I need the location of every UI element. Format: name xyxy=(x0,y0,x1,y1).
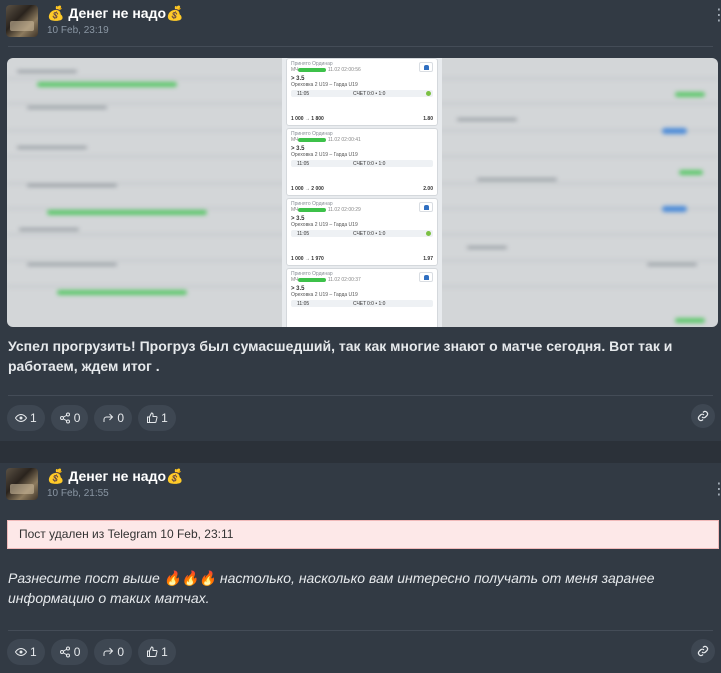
views-button[interactable]: 1 xyxy=(7,639,45,665)
score-value: 0:0 • 1:0 xyxy=(367,231,386,237)
bet-timestamp: 11.02 02:00:29 xyxy=(327,207,361,213)
bet-match: Ореховка 2 U19 – Гарда U19 xyxy=(291,82,358,88)
score-bar: 11:05 СЧЕТ 0:0 • 1:0 xyxy=(291,230,433,237)
post-actions: 1 0 0 1 xyxy=(7,405,176,431)
post-header: 💰 Денег не надо💰 10 Feb, 23:19 xyxy=(6,5,183,37)
bet-card: Принято Ординар МЧ 11.02 02:00:41 > 3.5 … xyxy=(286,128,438,196)
bet-payout: 1 970 xyxy=(311,256,324,262)
bet-timestamp: 11.02 02:00:37 xyxy=(327,277,361,283)
views-button[interactable]: 1 xyxy=(7,405,45,431)
bet-id: МЧ xyxy=(291,67,299,73)
deleted-text: Пост удален из Telegram xyxy=(19,527,157,541)
bet-history-screenshot: Принято Ординар МЧ 11.02 02:00:56 > 3.5 … xyxy=(282,58,442,327)
bet-match: Ореховка 2 U19 – Гарда U19 xyxy=(291,152,358,158)
like-button[interactable]: 1 xyxy=(138,639,176,665)
share-button[interactable]: 0 xyxy=(50,405,89,431)
post-card: 💰 Денег не надо💰 10 Feb, 23:19 ⋮ Принято… xyxy=(0,0,721,441)
post-actions: 1 0 0 1 xyxy=(7,639,176,665)
share-icon xyxy=(59,412,70,424)
bet-timestamp: 11.02 02:00:41 xyxy=(327,137,361,143)
copy-link-button[interactable] xyxy=(691,639,715,663)
bet-coefficient: 2.00 xyxy=(423,186,433,192)
channel-avatar[interactable] xyxy=(6,5,38,37)
like-button[interactable]: 1 xyxy=(138,405,176,431)
post-date: 10 Feb, 21:55 xyxy=(47,488,109,499)
views-count: 1 xyxy=(30,411,37,425)
shares-count: 0 xyxy=(73,645,81,659)
post-card: 💰 Денег не надо💰 10 Feb, 21:55 ⋮ Пост уд… xyxy=(0,463,721,673)
score-label: СЧЕТ xyxy=(353,161,367,167)
notification-icon xyxy=(419,202,433,212)
channel-name[interactable]: 💰 Денег не надо💰 xyxy=(47,468,183,484)
match-time: 11:05 xyxy=(297,231,310,237)
divider xyxy=(8,395,713,396)
post-date: 10 Feb, 23:19 xyxy=(47,25,109,36)
match-time: 11:05 xyxy=(297,161,310,167)
forward-button[interactable]: 0 xyxy=(94,639,133,665)
views-count: 1 xyxy=(30,645,37,659)
forward-icon xyxy=(103,413,114,422)
thumbs-up-icon xyxy=(147,646,158,657)
bet-coefficient: 1.97 xyxy=(423,256,433,262)
score-bar: 11:05 СЧЕТ 0:0 • 1:0 xyxy=(291,300,433,307)
score-bar: 11:05 СЧЕТ 0:0 • 1:0 xyxy=(291,90,433,97)
post-text: Разнесите пост выше 🔥🔥🔥 настолько, наско… xyxy=(8,570,655,606)
score-label: СЧЕТ xyxy=(353,301,367,307)
channel-avatar[interactable] xyxy=(6,468,38,500)
notification-icon xyxy=(419,62,433,72)
shares-count: 0 xyxy=(73,411,81,425)
forward-button[interactable]: 0 xyxy=(94,405,133,431)
score-value: 0:0 • 1:0 xyxy=(367,161,386,167)
channel-name[interactable]: 💰 Денег не надо💰 xyxy=(47,5,183,21)
likes-count: 1 xyxy=(161,645,168,659)
bet-match: Ореховка 2 U19 – Гарда U19 xyxy=(291,222,358,228)
forward-icon xyxy=(103,647,114,656)
bet-id: МЧ xyxy=(291,207,299,213)
eye-icon xyxy=(15,413,27,423)
share-icon xyxy=(59,646,70,658)
eye-icon xyxy=(15,647,27,657)
link-icon xyxy=(697,645,709,657)
post-header: 💰 Денег не надо💰 10 Feb, 21:55 xyxy=(6,468,183,500)
bet-id: МЧ xyxy=(291,277,299,283)
likes-count: 1 xyxy=(161,411,168,425)
bet-match: Ореховка 2 U19 – Гарда U19 xyxy=(291,292,358,298)
bet-card: Принято Ординар МЧ 11.02 02:00:29 > 3.5 … xyxy=(286,198,438,266)
copy-link-button[interactable] xyxy=(691,404,715,428)
thumbs-up-icon xyxy=(147,412,158,423)
deleted-date: 10 Feb, 23:11 xyxy=(160,527,234,541)
forwards-count: 0 xyxy=(117,645,125,659)
forwards-count: 0 xyxy=(117,411,125,425)
divider xyxy=(8,630,713,631)
bet-card: Принято Ординар МЧ 11.02 02:00:37 > 3.5 … xyxy=(286,268,438,327)
share-button[interactable]: 0 xyxy=(50,639,89,665)
divider xyxy=(8,46,713,47)
score-bar: 11:05 СЧЕТ 0:0 • 1:0 xyxy=(291,160,433,167)
post-text: Успел прогрузить! Прогруз был сумасшедши… xyxy=(8,338,673,374)
bet-payout: 1 800 xyxy=(311,116,324,122)
match-time: 11:05 xyxy=(297,301,310,307)
bet-id: МЧ xyxy=(291,137,299,143)
match-time: 11:05 xyxy=(297,91,310,97)
post-image[interactable]: Принято Ординар МЧ 11.02 02:00:56 > 3.5 … xyxy=(7,58,718,327)
more-options-icon[interactable]: ⋮ xyxy=(711,8,721,24)
deleted-notice: Пост удален из Telegram 10 Feb, 23:11 xyxy=(7,520,719,549)
bet-amount: 1 000 xyxy=(291,256,304,262)
score-value: 0:0 • 1:0 xyxy=(367,301,386,307)
notification-icon xyxy=(419,272,433,282)
bet-amount: 1 000 xyxy=(291,186,304,192)
bet-coefficient: 1.80 xyxy=(423,116,433,122)
bet-timestamp: 11.02 02:00:56 xyxy=(327,67,361,73)
score-value: 0:0 • 1:0 xyxy=(367,91,386,97)
bet-payout: 2 000 xyxy=(311,186,324,192)
bet-card: Принято Ординар МЧ 11.02 02:00:56 > 3.5 … xyxy=(286,58,438,126)
more-options-icon[interactable]: ⋮ xyxy=(711,482,721,498)
score-label: СЧЕТ xyxy=(353,231,367,237)
bet-amount: 1 000 xyxy=(291,116,304,122)
score-label: СЧЕТ xyxy=(353,91,367,97)
link-icon xyxy=(697,410,709,422)
